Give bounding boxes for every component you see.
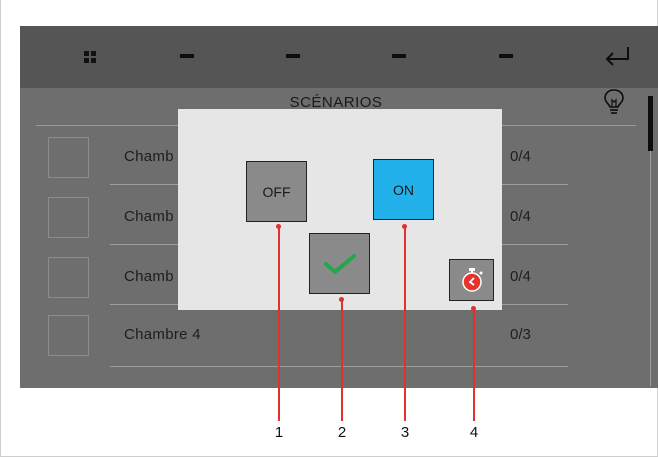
on-button[interactable]: ON — [373, 159, 434, 220]
callout-number-1: 1 — [274, 424, 284, 441]
scenario-label: Chamb — [124, 208, 174, 225]
grid-icon[interactable] — [84, 51, 96, 63]
scenario-checkbox[interactable] — [48, 137, 89, 178]
toolbar-dash-4[interactable] — [499, 54, 513, 58]
scenario-checkbox[interactable] — [48, 197, 89, 238]
callout-number-3: 3 — [400, 424, 410, 441]
callout-dot-2 — [339, 297, 344, 302]
toolbar-dash-1[interactable] — [180, 54, 194, 58]
callout-line-1 — [278, 227, 280, 421]
confirm-button[interactable] — [309, 233, 370, 294]
callout-number-4: 4 — [469, 424, 479, 441]
callout-number-2: 2 — [337, 424, 347, 441]
callout-line-3 — [404, 227, 406, 421]
stopwatch-icon — [461, 268, 482, 292]
scenario-count: 0/4 — [510, 208, 531, 225]
scenario-checkbox[interactable] — [48, 257, 89, 298]
off-button[interactable]: OFF — [246, 161, 307, 222]
list-item[interactable]: Chambre 4 0/3 — [20, 310, 640, 370]
toolbar — [20, 26, 658, 88]
checkmark-icon — [323, 253, 356, 274]
callout-line-2 — [341, 300, 343, 421]
scenario-checkbox[interactable] — [48, 315, 89, 356]
scenario-label: Chambre 4 — [124, 326, 201, 343]
scenario-count: 0/4 — [510, 148, 531, 165]
scenario-count: 0/3 — [510, 326, 531, 343]
callout-line-4 — [473, 309, 475, 421]
callout-dot-1 — [276, 224, 281, 229]
scenario-label: Chamb — [124, 148, 174, 165]
toolbar-dash-3[interactable] — [392, 54, 406, 58]
light-bulb-icon[interactable] — [603, 88, 625, 118]
scrollbar[interactable] — [648, 96, 653, 151]
callout-dot-4 — [471, 306, 476, 311]
row-divider — [110, 366, 568, 367]
scenario-label: Chamb — [124, 268, 174, 285]
return-arrow-icon[interactable] — [604, 44, 630, 68]
toolbar-dash-2[interactable] — [286, 54, 300, 58]
scenario-count: 0/4 — [510, 268, 531, 285]
callout-dot-3 — [402, 224, 407, 229]
timer-button[interactable] — [449, 259, 494, 301]
